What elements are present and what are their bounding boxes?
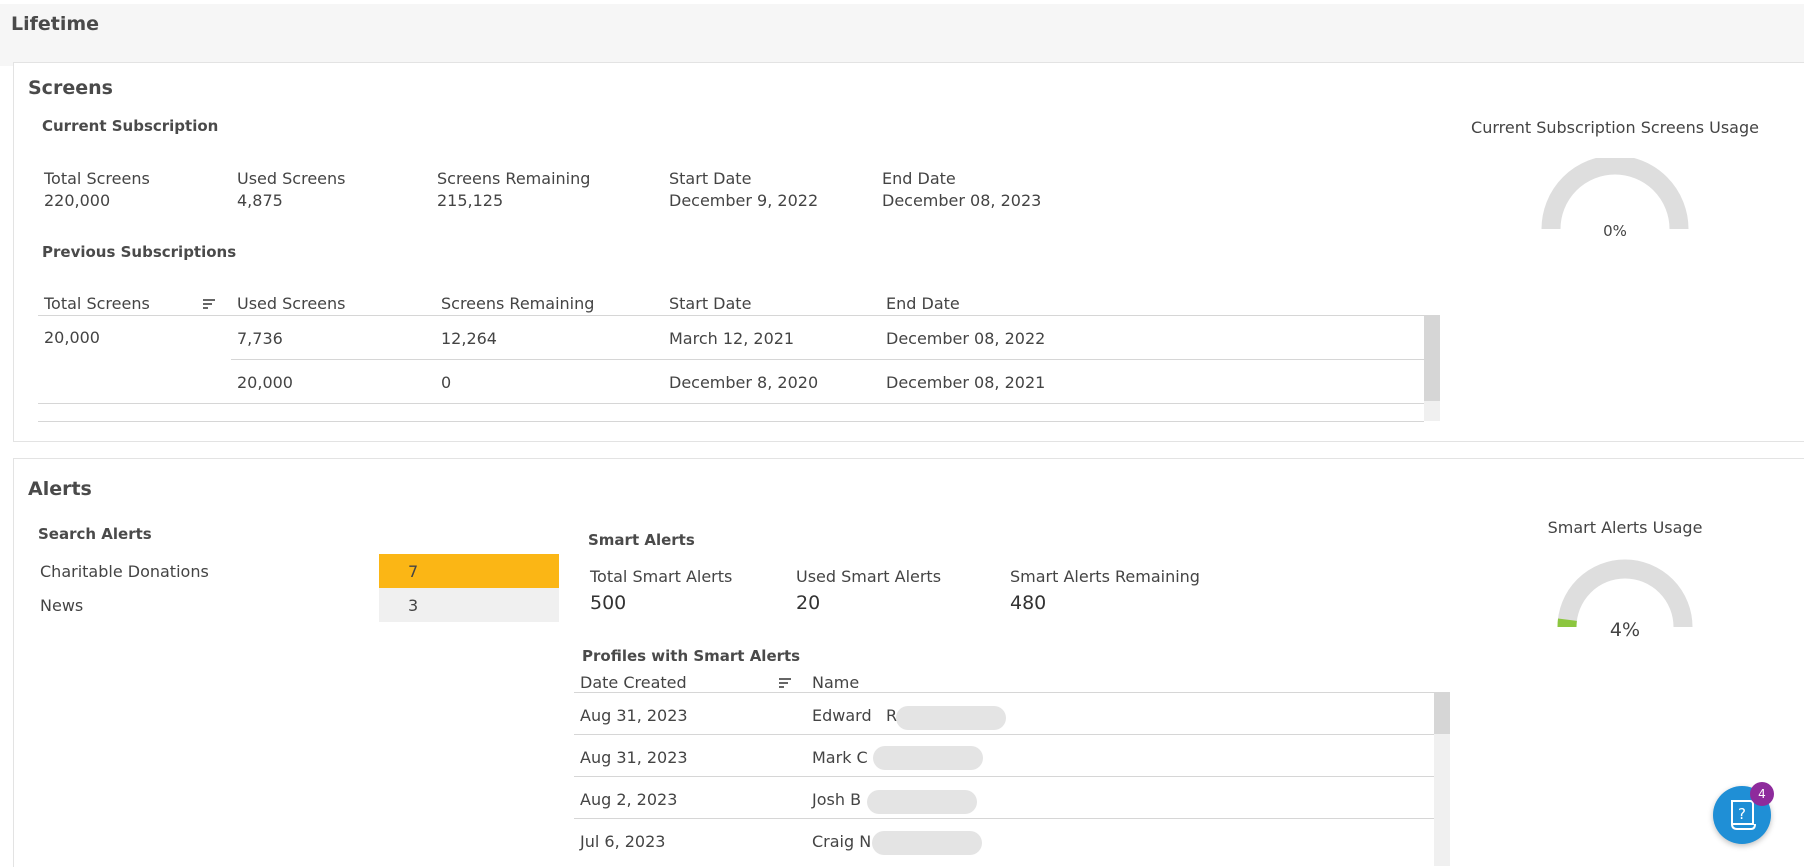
smart-alerts-remaining-value: 480 [1010,592,1046,614]
total-screens-value: 220,000 [44,191,110,210]
prev-header-remaining: Screens Remaining [441,294,594,313]
prev-row-2-end: December 08, 2021 [886,373,1045,392]
table-divider [574,776,1434,777]
start-date-label: Start Date [669,169,751,188]
profile-name[interactable]: Edward [812,706,872,725]
table-divider [231,359,1424,360]
redacted-name [896,706,1006,730]
prev-row-2-used: 20,000 [237,373,293,392]
page-title: Lifetime [11,13,99,35]
search-alerts-title: Search Alerts [38,525,152,543]
used-smart-alerts-value: 20 [796,592,820,614]
svg-text:?: ? [1738,805,1746,823]
prev-row-2-remaining: 0 [441,373,451,392]
sort-icon[interactable] [779,678,791,688]
search-alert-label[interactable]: News [40,596,83,615]
notification-badge: 4 [1750,782,1774,806]
profiles-table-scrollbar-thumb[interactable] [1434,692,1450,734]
search-alert-label[interactable]: Charitable Donations [40,562,209,581]
total-smart-alerts-value: 500 [590,592,626,614]
header-band [0,0,1804,66]
table-divider [38,421,1424,422]
previous-table-scrollbar-thumb[interactable] [1424,315,1440,401]
table-divider [574,818,1434,819]
screens-remaining-label: Screens Remaining [437,169,590,188]
prev-row-1-total: 20,000 [44,328,100,347]
start-date-value: December 9, 2022 [669,191,818,210]
smart-alerts-title: Smart Alerts [588,531,695,549]
used-smart-alerts-label: Used Smart Alerts [796,567,941,586]
prev-header-used: Used Screens [237,294,345,313]
prev-row-1-used: 7,736 [237,329,283,348]
end-date-value: December 08, 2023 [882,191,1041,210]
prev-row-1-start: March 12, 2021 [669,329,794,348]
prev-row-2-start: December 8, 2020 [669,373,818,392]
search-alert-count: 3 [408,596,418,615]
prev-row-1-end: December 08, 2022 [886,329,1045,348]
screens-usage-title: Current Subscription Screens Usage [1465,118,1765,137]
prev-header-total: Total Screens [44,294,150,313]
used-screens-value: 4,875 [237,191,283,210]
screens-usage-value: 0% [1565,222,1665,240]
search-alert-count: 7 [408,562,418,581]
smart-alerts-usage-title: Smart Alerts Usage [1475,518,1775,537]
current-subscription-title: Current Subscription [42,117,218,135]
table-divider [38,315,1424,316]
profile-name[interactable]: Craig N [812,832,871,851]
table-divider [574,692,1434,693]
end-date-label: End Date [882,169,956,188]
search-alert-count-bar [379,588,559,622]
prev-row-1-remaining: 12,264 [441,329,497,348]
profile-date: Aug 31, 2023 [580,706,688,725]
prev-header-end: End Date [886,294,960,313]
profiles-header-date: Date Created [580,673,687,692]
screens-remaining-value: 215,125 [437,191,503,210]
alerts-title: Alerts [28,478,92,500]
gauge-track [1551,165,1679,229]
profile-date: Jul 6, 2023 [580,832,665,851]
redacted-name [872,831,982,855]
smart-alerts-usage-value: 4% [1575,619,1675,641]
sort-icon[interactable] [203,299,215,309]
profile-date: Aug 31, 2023 [580,748,688,767]
profiles-smart-alerts-title: Profiles with Smart Alerts [582,647,800,665]
profile-date: Aug 2, 2023 [580,790,677,809]
smart-alerts-remaining-label: Smart Alerts Remaining [1010,567,1200,586]
used-screens-label: Used Screens [237,169,345,188]
table-divider [574,734,1434,735]
prev-header-start: Start Date [669,294,751,313]
previous-subscriptions-title: Previous Subscriptions [42,243,236,261]
redacted-name [873,746,983,770]
redacted-name [867,790,977,814]
profile-name[interactable]: Josh B [812,790,861,809]
total-screens-label: Total Screens [44,169,150,188]
search-alert-count-bar [379,554,559,588]
profile-name[interactable]: Mark C [812,748,868,767]
table-divider [38,403,1424,404]
total-smart-alerts-label: Total Smart Alerts [590,567,732,586]
screens-title: Screens [28,77,113,99]
profiles-header-name: Name [812,673,859,692]
